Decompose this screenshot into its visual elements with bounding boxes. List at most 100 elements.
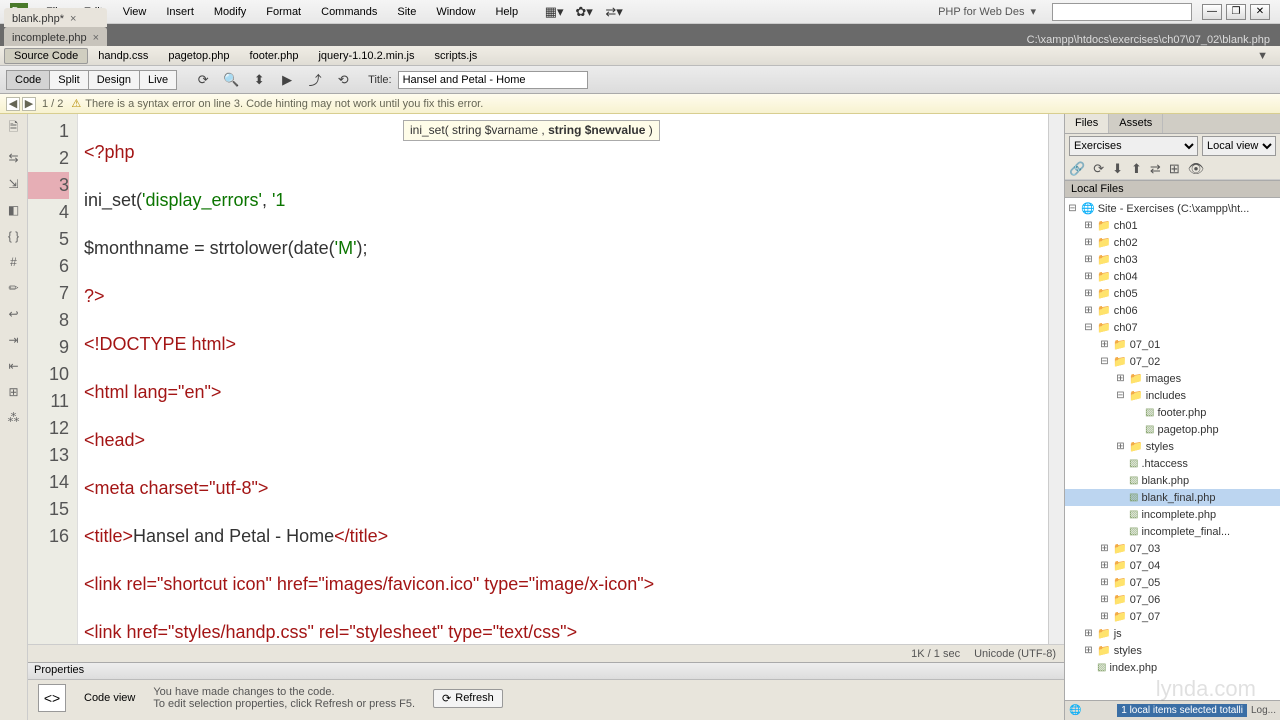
- menu-window[interactable]: Window: [426, 3, 485, 21]
- view-design-button[interactable]: Design: [88, 70, 140, 90]
- scrollbar-vertical[interactable]: [1048, 114, 1064, 644]
- tree-folder[interactable]: ⊞📁styles: [1065, 642, 1280, 659]
- tree-file[interactable]: ▧incomplete_final...: [1065, 523, 1280, 540]
- open-docs-icon[interactable]: 🗎: [9, 118, 19, 139]
- close-tab-icon[interactable]: ×: [70, 13, 76, 25]
- expand-icon[interactable]: ⇲: [8, 177, 18, 191]
- comment-icon[interactable]: ⁂: [8, 411, 20, 425]
- tree-folder[interactable]: ⊟📁07_02: [1065, 353, 1280, 370]
- related-jquery1102minjs[interactable]: jquery-1.10.2.min.js: [308, 48, 424, 64]
- expand-icon[interactable]: ⊞: [1099, 611, 1110, 622]
- tree-folder[interactable]: ⊞📁07_03: [1065, 540, 1280, 557]
- view-split-button[interactable]: Split: [49, 70, 88, 90]
- tree-folder[interactable]: ⊞📁07_07: [1065, 608, 1280, 625]
- live-view-icon[interactable]: ⟳: [192, 70, 214, 90]
- live-code-icon[interactable]: ⬍: [248, 70, 270, 90]
- collapse-icon[interactable]: ⇆: [8, 151, 18, 165]
- tree-file[interactable]: ▧blank_final.php: [1065, 489, 1280, 506]
- tree-folder[interactable]: ⊟📁includes: [1065, 387, 1280, 404]
- expand-icon[interactable]: ⊞: [1083, 288, 1094, 299]
- tree-folder[interactable]: ⊞📁styles: [1065, 438, 1280, 455]
- tree-file[interactable]: ▧blank.php: [1065, 472, 1280, 489]
- menu-insert[interactable]: Insert: [156, 3, 204, 21]
- expand-icon[interactable]: ⊞: [1083, 628, 1094, 639]
- close-tab-icon[interactable]: ×: [93, 32, 99, 44]
- tree-file[interactable]: ▧pagetop.php: [1065, 421, 1280, 438]
- tree-folder[interactable]: ⊞📁07_05: [1065, 574, 1280, 591]
- prev-error-button[interactable]: ◀: [6, 97, 20, 111]
- code-nav-icon[interactable]: ⤴: [304, 70, 326, 90]
- menu-format[interactable]: Format: [256, 3, 311, 21]
- close-button[interactable]: ✕: [1250, 4, 1270, 20]
- next-error-button[interactable]: ▶: [22, 97, 36, 111]
- select-parent-icon[interactable]: ◧: [8, 203, 19, 217]
- view-select[interactable]: Local view: [1202, 136, 1276, 156]
- related-handpcss[interactable]: handp.css: [88, 48, 158, 64]
- expand-icon[interactable]: ⊞: [1083, 254, 1094, 265]
- expand-icon[interactable]: ⊞: [1099, 339, 1110, 350]
- get-icon[interactable]: ⬇: [1112, 161, 1123, 177]
- expand-icon[interactable]: ⊟: [1067, 203, 1078, 214]
- expand-icon[interactable]: ⊞: [1083, 305, 1094, 316]
- layout-icon[interactable]: ▦▾: [546, 4, 562, 20]
- panel-tab-files[interactable]: Files: [1065, 114, 1109, 133]
- code-editor[interactable]: 12345678910111213141516 <?php ini_set('d…: [28, 114, 1064, 644]
- expand-tree-icon[interactable]: ⊞: [1169, 161, 1180, 177]
- expand-icon[interactable]: ⊞: [1099, 577, 1110, 588]
- tree-file[interactable]: ▧footer.php: [1065, 404, 1280, 421]
- expand-icon[interactable]: ⊞: [1099, 560, 1110, 571]
- sync-icon[interactable]: ⇄▾: [606, 4, 622, 20]
- title-input[interactable]: [398, 71, 588, 89]
- highlight-icon[interactable]: ✏: [8, 281, 18, 295]
- tab-blankphp[interactable]: blank.php*×: [4, 8, 107, 27]
- balance-icon[interactable]: { }: [8, 229, 19, 243]
- expand-icon[interactable]: ⊞: [1115, 441, 1126, 452]
- expand-icon[interactable]: ⊟: [1099, 356, 1110, 367]
- tree-file[interactable]: ▧incomplete.php: [1065, 506, 1280, 523]
- tree-folder[interactable]: ⊞📁ch03: [1065, 251, 1280, 268]
- tree-file[interactable]: ▧index.php: [1065, 659, 1280, 676]
- globe-icon[interactable]: 🌐: [1069, 705, 1081, 716]
- log-button[interactable]: Log...: [1251, 705, 1276, 716]
- workspace-selector[interactable]: PHP for Web Des: [938, 6, 1024, 18]
- related-scriptsjs[interactable]: scripts.js: [424, 48, 487, 64]
- indent-icon[interactable]: ⇥: [8, 333, 18, 347]
- tree-folder[interactable]: ⊞📁07_04: [1065, 557, 1280, 574]
- expand-icon[interactable]: ⊞: [1099, 543, 1110, 554]
- put-icon[interactable]: ⬆: [1131, 161, 1142, 177]
- minimize-button[interactable]: —: [1202, 4, 1222, 20]
- expand-icon[interactable]: ⊞: [1083, 645, 1094, 656]
- tree-folder[interactable]: ⊞📁07_06: [1065, 591, 1280, 608]
- expand-icon[interactable]: ⊞: [1115, 373, 1126, 384]
- format-icon[interactable]: ⊞: [8, 385, 18, 399]
- sync-tree-icon[interactable]: ⇄: [1150, 161, 1161, 177]
- wrap-icon[interactable]: ↩: [8, 307, 18, 321]
- related-pagetopphp[interactable]: pagetop.php: [158, 48, 239, 64]
- site-select[interactable]: Exercises: [1069, 136, 1198, 156]
- tree-file[interactable]: ▧.htaccess: [1065, 455, 1280, 472]
- panel-tab-assets[interactable]: Assets: [1109, 114, 1163, 133]
- refresh-icon[interactable]: ⟲: [332, 70, 354, 90]
- tree-folder[interactable]: ⊟📁ch07: [1065, 319, 1280, 336]
- search-input[interactable]: [1052, 3, 1192, 21]
- menu-modify[interactable]: Modify: [204, 3, 256, 21]
- menu-commands[interactable]: Commands: [311, 3, 387, 21]
- line-numbers-icon[interactable]: #: [10, 255, 17, 269]
- filter-icon[interactable]: ▼: [1249, 50, 1276, 62]
- related-footerphp[interactable]: footer.php: [240, 48, 309, 64]
- refresh-tree-icon[interactable]: ⟳: [1093, 161, 1104, 177]
- menu-site[interactable]: Site: [387, 3, 426, 21]
- tree-folder[interactable]: ⊞📁ch01: [1065, 217, 1280, 234]
- view-code-button[interactable]: Code: [6, 70, 50, 90]
- menu-help[interactable]: Help: [485, 3, 528, 21]
- connect-icon[interactable]: 🔗: [1069, 161, 1085, 177]
- expand-icon[interactable]: ⊞: [1083, 220, 1094, 231]
- tree-folder[interactable]: ⊞📁07_01: [1065, 336, 1280, 353]
- expand-icon[interactable]: ⊟: [1083, 322, 1094, 333]
- tree-folder[interactable]: ⊞📁ch06: [1065, 302, 1280, 319]
- view-live-button[interactable]: Live: [139, 70, 177, 90]
- expand-icon[interactable]: ⊞: [1099, 594, 1110, 605]
- nav-icon[interactable]: ▶: [276, 70, 298, 90]
- chevron-down-icon[interactable]: ▾: [1030, 5, 1036, 18]
- tree-folder[interactable]: ⊞📁js: [1065, 625, 1280, 642]
